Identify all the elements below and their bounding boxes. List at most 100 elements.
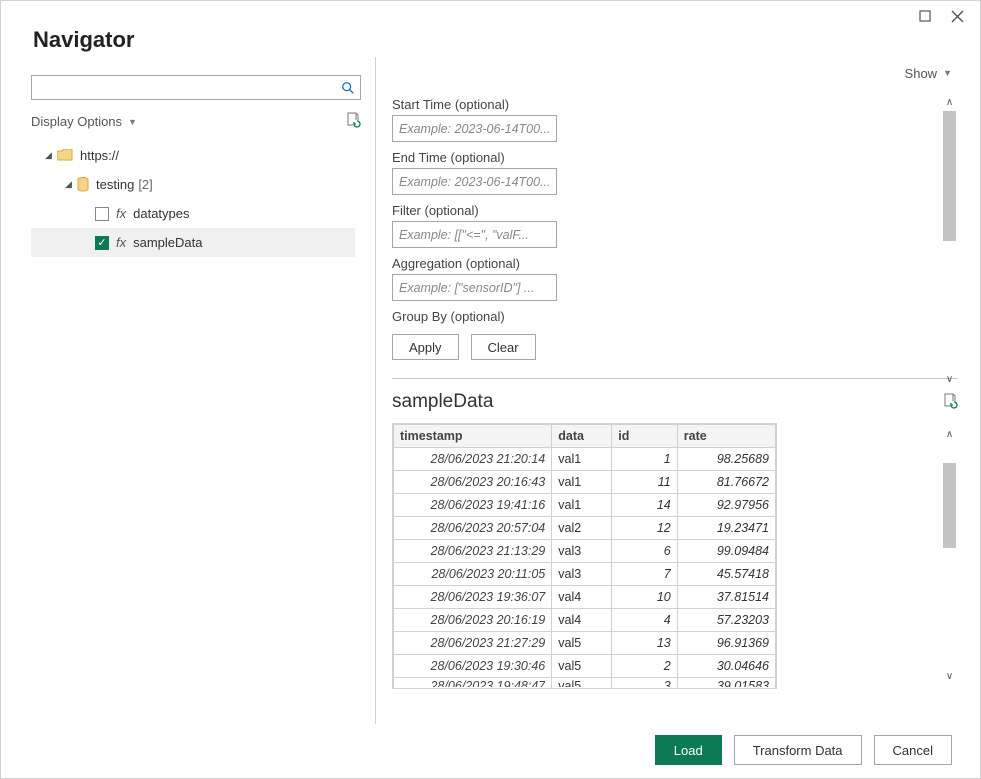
filter-input[interactable]: Example: [["<=", "valF... [392, 221, 557, 248]
table-row[interactable]: 28/06/2023 19:30:46val5230.04646 [394, 655, 776, 678]
checkbox-checked[interactable]: ✓ [95, 236, 109, 250]
fx-icon: fx [116, 235, 126, 250]
tree-root-node[interactable]: ◢ https:// [31, 141, 355, 170]
table-row[interactable]: 28/06/2023 19:36:07val41037.81514 [394, 586, 776, 609]
folder-icon [57, 149, 73, 162]
cell-rate: 37.81514 [677, 586, 775, 609]
cell-rate: 57.23203 [677, 609, 775, 632]
search-box[interactable] [31, 75, 361, 100]
group-by-label: Group By (optional) [392, 309, 958, 324]
preview-table: timestamp data id rate 28/06/2023 21:20:… [392, 423, 777, 689]
cell-id: 13 [612, 632, 677, 655]
scroll-down-icon[interactable]: ∨ [946, 370, 953, 388]
tree-node-label: https:// [80, 148, 119, 163]
cell-timestamp: 28/06/2023 19:41:16 [394, 494, 552, 517]
apply-button[interactable]: Apply [392, 334, 459, 360]
show-dropdown[interactable]: Show ▼ [905, 66, 952, 81]
table-row[interactable]: 28/06/2023 21:13:29val3699.09484 [394, 540, 776, 563]
aggregation-label: Aggregation (optional) [392, 256, 958, 271]
maximize-button[interactable] [916, 7, 934, 25]
search-icon[interactable] [336, 76, 360, 99]
dialog-title: Navigator [33, 27, 948, 53]
cell-rate: 45.57418 [677, 563, 775, 586]
collapse-icon[interactable]: ◢ [45, 150, 57, 161]
cell-data: val4 [552, 609, 612, 632]
cell-timestamp: 28/06/2023 20:16:43 [394, 471, 552, 494]
table-row[interactable]: 28/06/2023 20:57:04val21219.23471 [394, 517, 776, 540]
table-row[interactable]: 28/06/2023 19:41:16val11492.97956 [394, 494, 776, 517]
table-row[interactable]: 28/06/2023 19:48:47val5339.01583 [394, 678, 776, 688]
scroll-down-icon[interactable]: ∨ [946, 667, 953, 685]
scrollbar-params[interactable]: ∧ ∨ [941, 93, 958, 388]
divider [392, 378, 958, 379]
display-options-label: Display Options [31, 114, 122, 129]
show-label: Show [905, 66, 938, 81]
tree-db-node[interactable]: ◢ testing [2] [31, 170, 355, 199]
col-timestamp[interactable]: timestamp [394, 425, 552, 448]
aggregation-input[interactable]: Example: ["sensorID"] ... [392, 274, 557, 301]
cancel-button[interactable]: Cancel [874, 735, 952, 765]
cell-timestamp: 28/06/2023 19:36:07 [394, 586, 552, 609]
transform-data-button[interactable]: Transform Data [734, 735, 862, 765]
table-row[interactable]: 28/06/2023 20:16:19val4457.23203 [394, 609, 776, 632]
search-input[interactable] [32, 76, 336, 99]
col-rate[interactable]: rate [677, 425, 775, 448]
close-button[interactable] [948, 7, 966, 25]
end-time-input[interactable]: Example: 2023-06-14T00... [392, 168, 557, 195]
left-panel: Display Options ▼ ◢ https:// ◢ [31, 57, 376, 724]
refresh-icon[interactable] [345, 112, 361, 131]
cell-id: 3 [612, 678, 677, 688]
preview-title: sampleData [392, 391, 493, 413]
database-icon [77, 177, 89, 192]
nav-tree: ◢ https:// ◢ testing [2] [31, 141, 355, 257]
cell-id: 11 [612, 471, 677, 494]
table-row[interactable]: 28/06/2023 21:27:29val51396.91369 [394, 632, 776, 655]
load-button[interactable]: Load [655, 735, 722, 765]
filter-label: Filter (optional) [392, 203, 958, 218]
tree-node-count: [2] [138, 177, 152, 192]
col-data[interactable]: data [552, 425, 612, 448]
cell-id: 10 [612, 586, 677, 609]
right-panel: Show ▼ Start Time (optional) Example: 20… [376, 57, 958, 724]
cell-rate: 98.25689 [677, 448, 775, 471]
cell-rate: 99.09484 [677, 540, 775, 563]
scroll-up-icon[interactable]: ∧ [946, 93, 953, 111]
titlebar [916, 1, 980, 31]
cell-rate: 30.04646 [677, 655, 775, 678]
cell-rate: 39.01583 [677, 678, 775, 688]
scroll-up-icon[interactable]: ∧ [946, 425, 953, 443]
cell-data: val2 [552, 517, 612, 540]
checkbox[interactable] [95, 207, 109, 221]
cell-id: 2 [612, 655, 677, 678]
cell-id: 14 [612, 494, 677, 517]
header: Navigator [1, 1, 980, 57]
cell-id: 12 [612, 517, 677, 540]
cell-rate: 96.91369 [677, 632, 775, 655]
tree-item-sampledata[interactable]: ✓ fx sampleData [31, 228, 355, 257]
start-time-input[interactable]: Example: 2023-06-14T00... [392, 115, 557, 142]
table-header-row: timestamp data id rate [394, 425, 776, 448]
cell-timestamp: 28/06/2023 20:57:04 [394, 517, 552, 540]
cell-id: 6 [612, 540, 677, 563]
cell-id: 1 [612, 448, 677, 471]
cell-data: val3 [552, 540, 612, 563]
cell-timestamp: 28/06/2023 19:48:47 [394, 678, 552, 688]
cell-timestamp: 28/06/2023 21:20:14 [394, 448, 552, 471]
col-id[interactable]: id [612, 425, 677, 448]
fx-icon: fx [116, 206, 126, 221]
table-row[interactable]: 28/06/2023 20:11:05val3745.57418 [394, 563, 776, 586]
cell-id: 4 [612, 609, 677, 632]
table-row[interactable]: 28/06/2023 20:16:43val11181.76672 [394, 471, 776, 494]
navigator-dialog: Navigator Display Options ▼ [0, 0, 981, 779]
display-options-dropdown[interactable]: Display Options ▼ [31, 114, 137, 129]
collapse-icon[interactable]: ◢ [65, 179, 77, 190]
refresh-preview-icon[interactable] [942, 393, 958, 412]
table-row[interactable]: 28/06/2023 21:20:14val1198.25689 [394, 448, 776, 471]
cell-timestamp: 28/06/2023 20:16:19 [394, 609, 552, 632]
clear-button[interactable]: Clear [471, 334, 536, 360]
cell-data: val3 [552, 563, 612, 586]
tree-item-datatypes[interactable]: fx datatypes [31, 199, 355, 228]
cell-timestamp: 28/06/2023 21:27:29 [394, 632, 552, 655]
tree-node-label: datatypes [133, 206, 189, 221]
scrollbar-table[interactable]: ∧ ∨ [941, 425, 958, 685]
